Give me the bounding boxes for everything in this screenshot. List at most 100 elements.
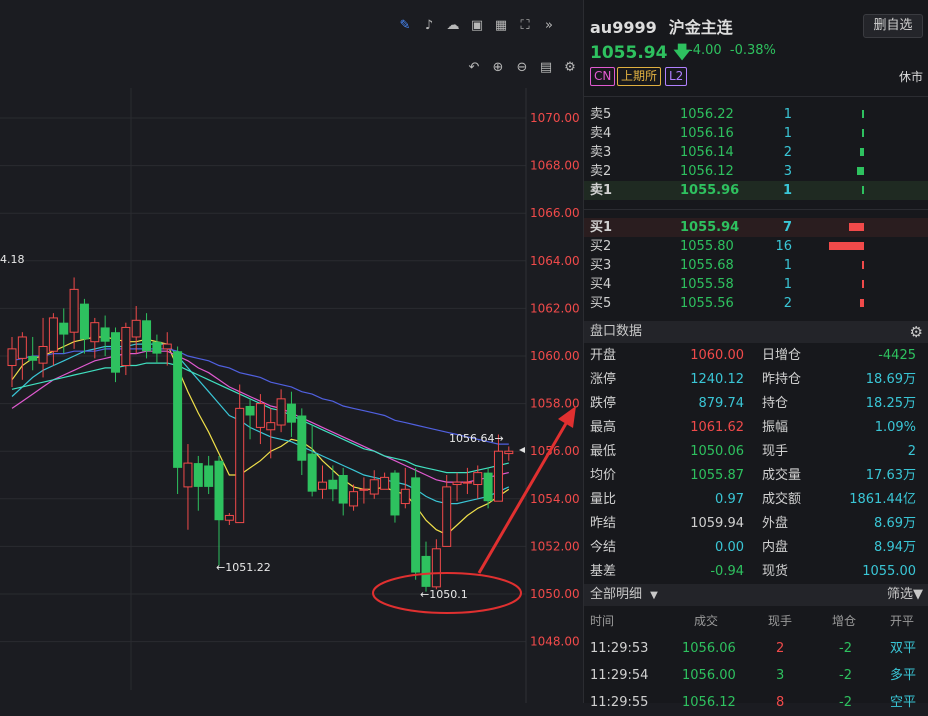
- stat-value: 8.69万: [874, 516, 916, 531]
- candle[interactable]: [338, 467, 348, 516]
- ask-row[interactable]: 卖1 1055.96 1: [584, 181, 928, 200]
- bid-volume-bar: [859, 299, 864, 307]
- candle[interactable]: [69, 277, 79, 349]
- candle[interactable]: [504, 446, 514, 461]
- candle[interactable]: [483, 467, 493, 509]
- candle-body: [162, 343, 172, 350]
- zoom-out-icon[interactable]: ⊖: [515, 61, 529, 75]
- candle-body: [152, 341, 162, 354]
- bid-row[interactable]: 买4 1055.58 1: [584, 275, 928, 294]
- candle[interactable]: [421, 541, 431, 592]
- candle[interactable]: [90, 317, 100, 359]
- stat-label: 涨停: [590, 372, 617, 387]
- candle[interactable]: [59, 308, 69, 354]
- zoom-in-icon[interactable]: ⊕: [491, 61, 505, 75]
- candle[interactable]: [245, 398, 255, 440]
- settings-icon[interactable]: ⚙: [910, 321, 923, 343]
- candle[interactable]: [48, 313, 58, 366]
- trade-row[interactable]: 11:29:53 1056.06 2 -2 双平: [584, 635, 928, 662]
- market-tag: CN: [590, 67, 616, 86]
- bid-level-label: 买1: [590, 220, 613, 235]
- candle[interactable]: [204, 455, 214, 495]
- y-tick-label: 1056.00: [530, 444, 580, 458]
- trade-type: 多平: [890, 668, 917, 683]
- ask-row[interactable]: 卖4 1056.16 1: [584, 124, 928, 143]
- bid-volume-bar: [828, 242, 864, 250]
- candle[interactable]: [173, 346, 183, 495]
- candle[interactable]: [286, 391, 296, 437]
- candle[interactable]: [131, 306, 141, 354]
- candle[interactable]: [183, 444, 193, 530]
- layout-icon[interactable]: ▤: [539, 61, 553, 75]
- trade-oi-change: -2: [839, 641, 852, 656]
- stat-value: 1050.06: [690, 444, 744, 459]
- pencil-icon[interactable]: ✎: [398, 19, 412, 33]
- candle[interactable]: [442, 475, 452, 547]
- candle[interactable]: [224, 513, 234, 525]
- candle[interactable]: [452, 472, 462, 502]
- candle[interactable]: [276, 389, 286, 433]
- bell-icon[interactable]: ♪: [422, 19, 436, 33]
- candle[interactable]: [359, 477, 369, 504]
- candle[interactable]: [235, 384, 245, 524]
- stat-value: 0.97: [715, 492, 744, 507]
- bid-row[interactable]: 买2 1055.80 16: [584, 237, 928, 256]
- undo-icon[interactable]: ↶: [467, 61, 481, 75]
- ask-row[interactable]: 卖2 1056.12 3: [584, 162, 928, 181]
- stat-value: 2: [907, 444, 916, 459]
- candle[interactable]: [152, 334, 162, 364]
- candle[interactable]: [318, 465, 327, 499]
- ask-row[interactable]: 卖5 1056.22 1: [584, 105, 928, 124]
- candle[interactable]: [193, 455, 203, 511]
- bid-row[interactable]: 买5 1055.56 2: [584, 294, 928, 313]
- chart-pane[interactable]: 1070.00 1068.00 1066.00 1064.00 1062.00 1060.…: [0, 0, 582, 703]
- trade-time: 11:29:53: [590, 641, 649, 656]
- ask-price: 1056.22: [680, 107, 734, 122]
- table-icon[interactable]: ▦: [494, 19, 508, 33]
- trade-row[interactable]: 11:29:54 1056.00 3 -2 多平: [584, 662, 928, 689]
- candle[interactable]: [214, 455, 224, 566]
- bid-volume: 1: [783, 258, 792, 273]
- candle[interactable]: [297, 408, 307, 475]
- bid-level-label: 买2: [590, 239, 612, 254]
- stat-label: 均价: [590, 468, 617, 483]
- candle[interactable]: [411, 467, 421, 580]
- candle[interactable]: [328, 465, 338, 502]
- candle[interactable]: [380, 472, 390, 490]
- column-header: 现手: [768, 614, 793, 628]
- candlestick-chart[interactable]: 1070.00 1068.00 1066.00 1064.00 1062.00 1060.…: [0, 0, 582, 703]
- ask-row[interactable]: 卖3 1056.14 2: [584, 143, 928, 162]
- delete-watchlist-button[interactable]: 删自选: [863, 14, 923, 38]
- stat-label: 今结: [590, 540, 617, 555]
- trade-price: 1056.06: [682, 641, 736, 656]
- stat-label: 持仓: [762, 396, 789, 411]
- bid-row[interactable]: 买3 1055.68 1: [584, 256, 928, 275]
- bid-volume: 16: [775, 239, 792, 254]
- candle[interactable]: [369, 470, 379, 499]
- market-status: 休市: [898, 70, 923, 84]
- candle[interactable]: [400, 467, 410, 509]
- candle[interactable]: [255, 394, 265, 445]
- camera-icon[interactable]: ▣: [470, 19, 484, 33]
- candle[interactable]: [162, 332, 172, 366]
- candle[interactable]: [349, 484, 359, 511]
- filter-button[interactable]: 筛选▼: [887, 584, 923, 606]
- candle[interactable]: [307, 425, 317, 497]
- candle[interactable]: [390, 470, 400, 523]
- candle-body: [369, 479, 379, 495]
- candle[interactable]: [17, 332, 27, 380]
- candle[interactable]: [111, 327, 120, 383]
- candle[interactable]: [79, 298, 89, 354]
- caret-down-icon[interactable]: ▼: [650, 590, 658, 601]
- settings-icon[interactable]: ⚙: [563, 61, 577, 75]
- bid-volume: 2: [783, 296, 792, 311]
- candle[interactable]: [28, 336, 38, 371]
- fullscreen-icon[interactable]: ⛶: [518, 19, 532, 33]
- chevron-double-right-icon[interactable]: »: [542, 19, 556, 33]
- cloud-icon[interactable]: ☁: [446, 19, 460, 33]
- candle[interactable]: [121, 322, 131, 376]
- stat-value: 1055.00: [862, 564, 916, 579]
- stat-value: -4425: [878, 348, 916, 363]
- candle[interactable]: [7, 336, 17, 387]
- bid-row[interactable]: 买1 1055.94 7: [584, 218, 928, 237]
